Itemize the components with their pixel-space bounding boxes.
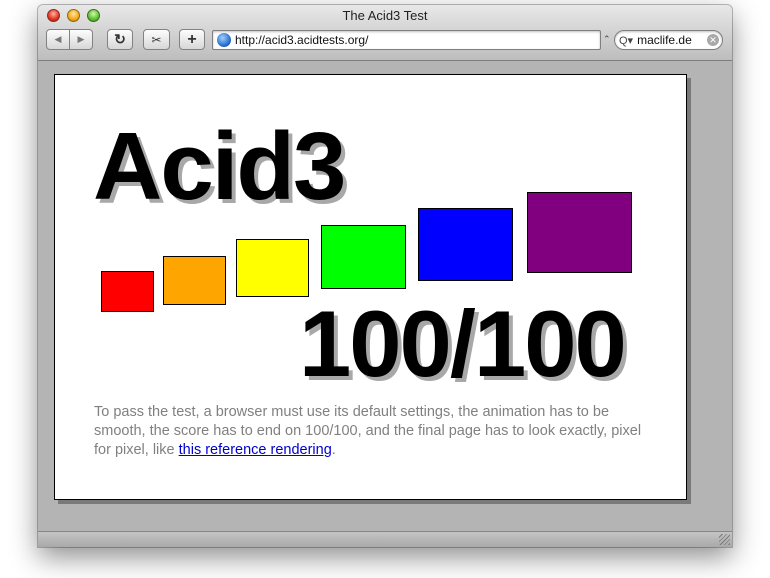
purple-box	[527, 192, 632, 273]
url-dropdown-icon[interactable]: ⌃	[603, 34, 611, 45]
snippet-button[interactable]: ✂	[143, 29, 170, 50]
reload-icon: ↻	[114, 31, 126, 47]
address-bar[interactable]: http://acid3.acidtests.org/	[212, 30, 601, 50]
reload-button[interactable]: ↻	[107, 29, 133, 50]
globe-icon	[217, 33, 231, 47]
back-arrow-icon: ◀	[54, 34, 62, 44]
instructions-text: To pass the test, a browser must use its…	[94, 403, 659, 460]
search-icon[interactable]: Q▾	[619, 34, 633, 47]
instructions-after-link: .	[331, 442, 336, 458]
search-field[interactable]: Q▾ maclife.de ✕	[614, 30, 723, 50]
search-value[interactable]: maclife.de	[637, 33, 692, 47]
add-bookmark-button[interactable]: +	[179, 29, 205, 50]
red-box	[101, 271, 154, 312]
url-text[interactable]: http://acid3.acidtests.org/	[235, 33, 368, 47]
scissors-icon: ✂	[151, 32, 162, 47]
plus-icon: +	[187, 30, 197, 48]
window-title: The Acid3 Test	[342, 8, 428, 23]
browser-window: The Acid3 Test ◀ ▶ ↻ ✂ + http://acid3.ac…	[38, 5, 732, 547]
web-viewport: Acid3 100/100 To pass the test, a browse…	[38, 61, 732, 531]
status-bar	[38, 531, 732, 547]
score-text: 100/100	[299, 291, 627, 396]
forward-arrow-icon: ▶	[77, 34, 85, 44]
back-button[interactable]: ◀	[46, 29, 70, 50]
blue-box	[418, 208, 513, 281]
acid3-page: Acid3 100/100 To pass the test, a browse…	[54, 74, 687, 500]
page-title: Acid3	[93, 113, 346, 220]
title-bar: The Acid3 Test ◀ ▶ ↻ ✂ + http://acid3.ac…	[38, 5, 732, 61]
reference-rendering-link[interactable]: this reference rendering	[179, 442, 332, 458]
yellow-box	[236, 239, 309, 297]
forward-button[interactable]: ▶	[69, 29, 93, 50]
resize-grip-icon[interactable]	[719, 534, 730, 545]
clear-search-icon[interactable]: ✕	[707, 34, 719, 46]
orange-box	[163, 256, 226, 305]
instructions-before-link: To pass the test, a browser must use its…	[94, 404, 642, 458]
green-box	[321, 225, 406, 289]
